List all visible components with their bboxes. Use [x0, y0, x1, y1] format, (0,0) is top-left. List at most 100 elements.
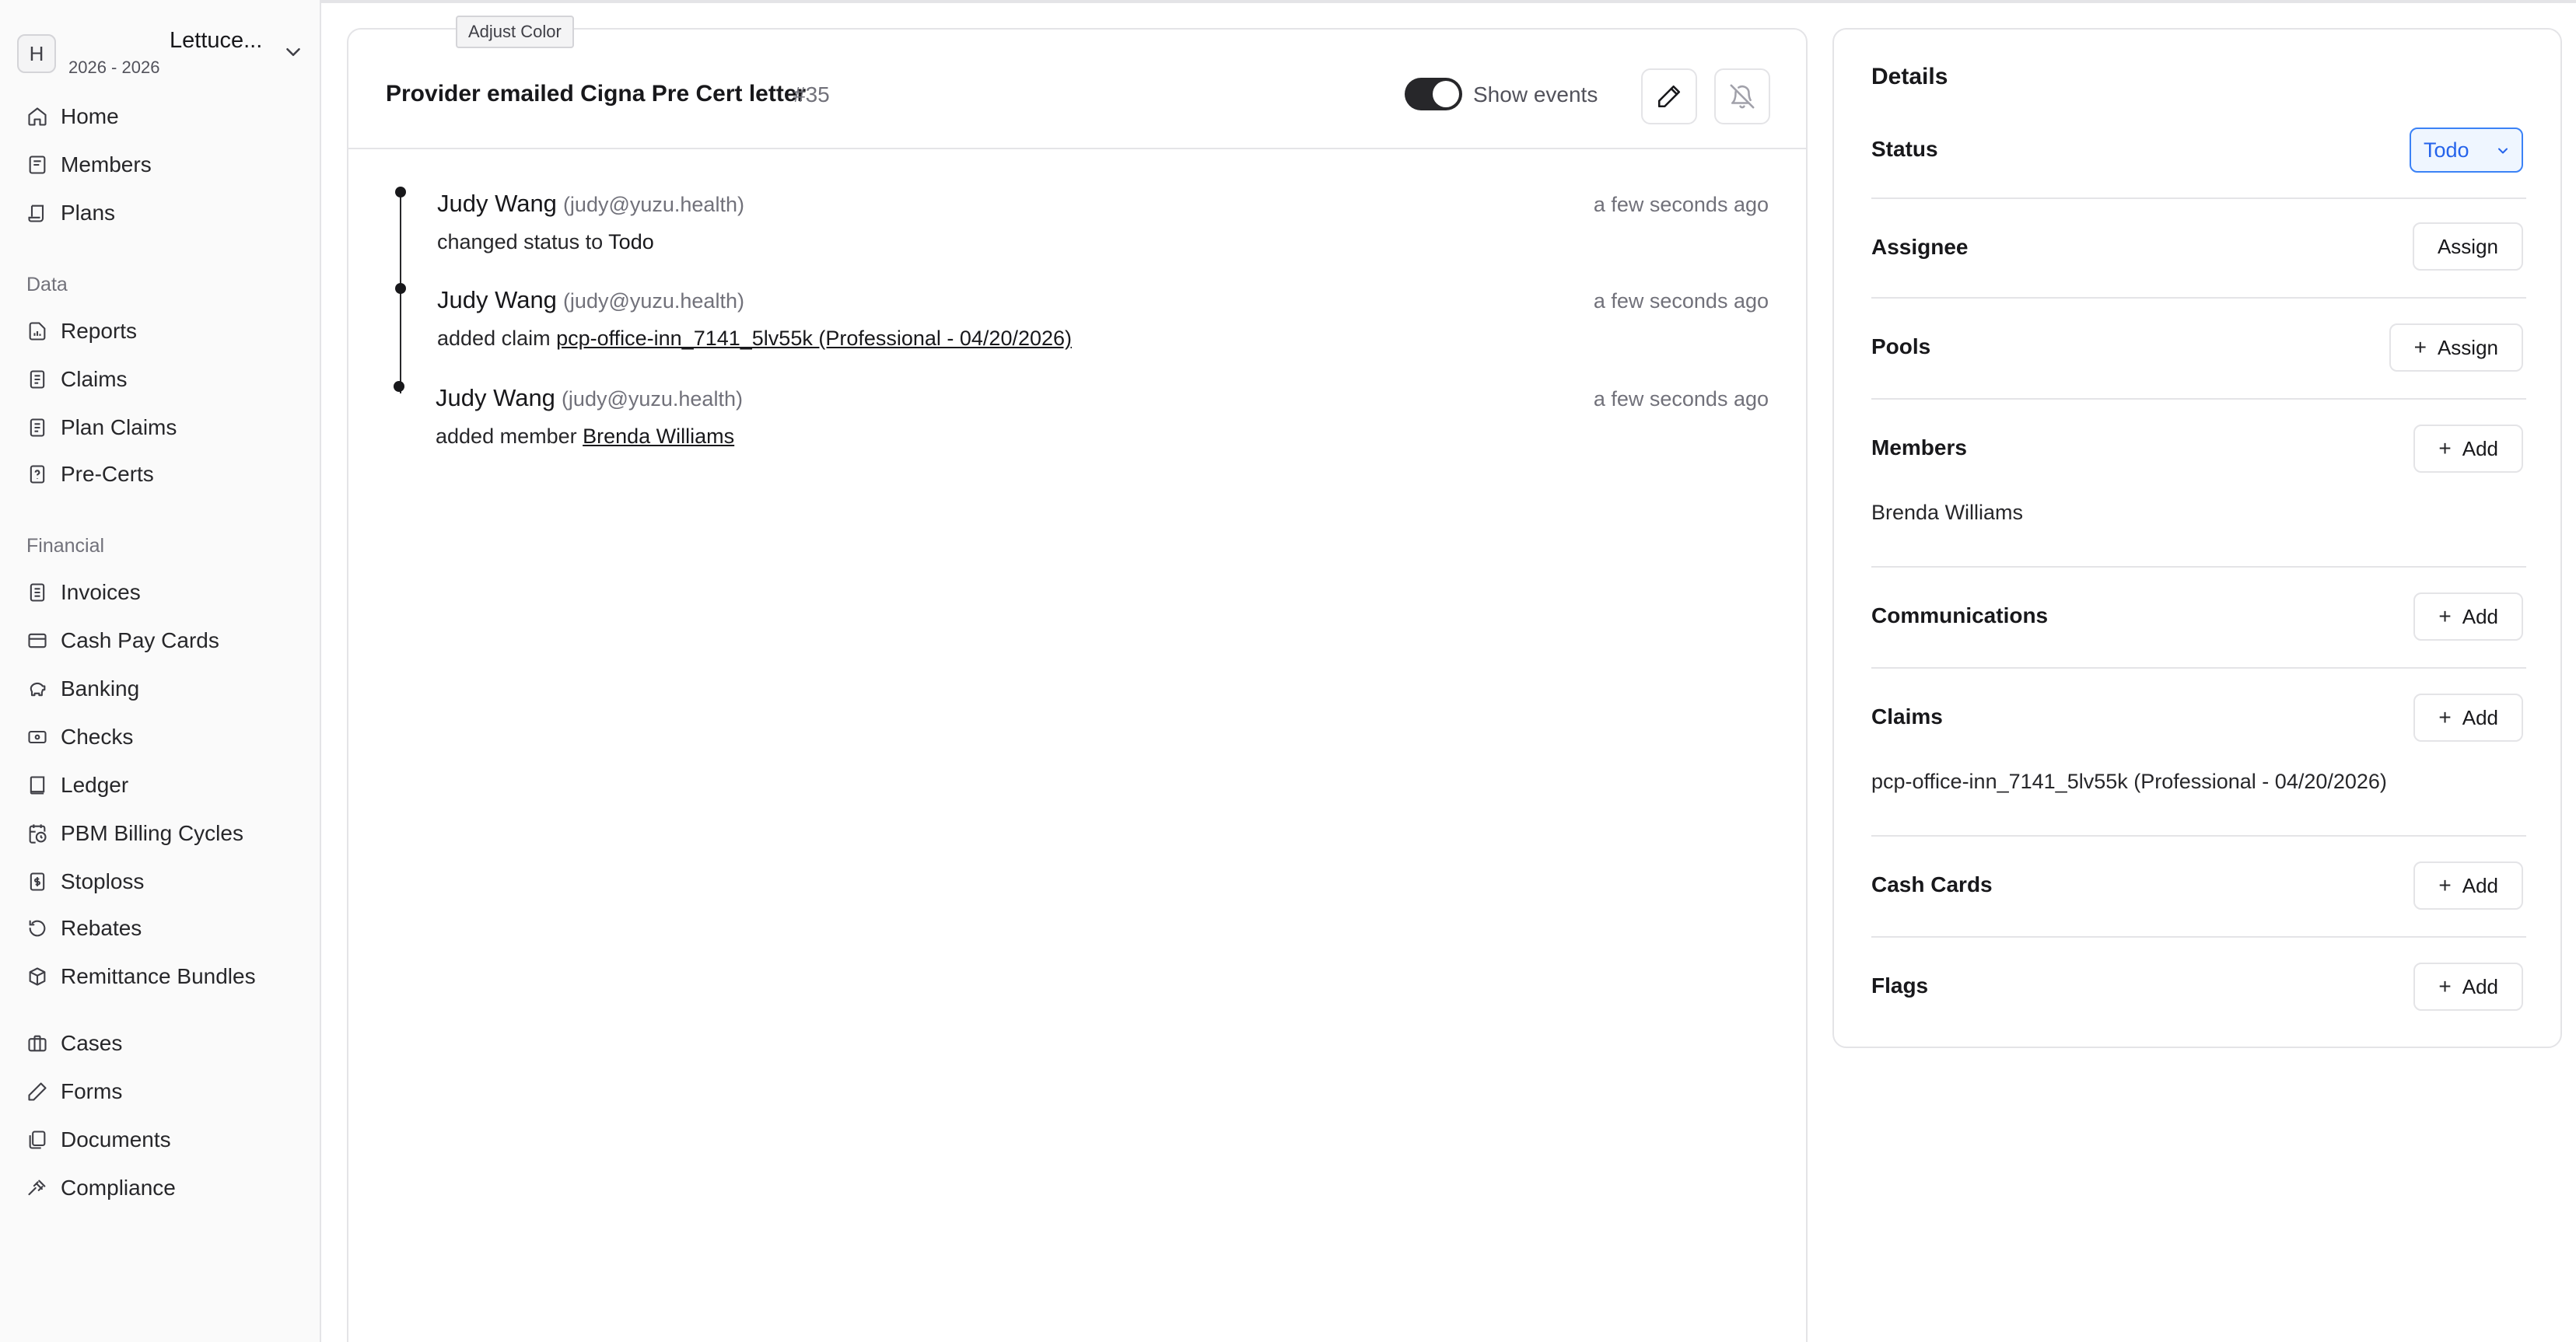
sidebar-item-stoploss[interactable]: Stoploss	[17, 861, 305, 902]
status-select[interactable]: Todo	[2410, 128, 2523, 173]
sidebar-item-label: Plans	[61, 201, 116, 225]
sidebar-item-claims[interactable]: Claims	[17, 359, 305, 400]
claim-value[interactable]: pcp-office-inn_7141_5lv55k (Professional…	[1871, 770, 2387, 794]
event-action: changed status to	[437, 230, 609, 253]
event-dot	[395, 283, 406, 294]
event-body: added member Brenda Williams	[436, 425, 734, 449]
sidebar-item-banking[interactable]: Banking	[17, 669, 305, 709]
file-chart-icon	[26, 320, 48, 342]
case-number: #35	[793, 82, 830, 107]
sidebar-item-rebates[interactable]: Rebates	[17, 908, 305, 949]
file-dollar-icon	[26, 871, 48, 893]
event-time: a few seconds ago	[1593, 387, 1769, 411]
member-value[interactable]: Brenda Williams	[1871, 501, 2023, 525]
event-dot	[394, 381, 404, 392]
add-cash-card-button[interactable]: + Add	[2413, 861, 2523, 910]
assign-pool-button[interactable]: + Assign	[2389, 323, 2523, 372]
event-author-name: Judy Wang	[437, 286, 557, 313]
sidebar-item-label: Invoices	[61, 580, 141, 604]
status-label: Status	[1871, 137, 1938, 161]
rotate-icon	[26, 917, 48, 939]
button-label: Add	[2462, 436, 2498, 460]
chevron-down-icon	[286, 48, 300, 56]
plus-icon: +	[2438, 873, 2452, 897]
sidebar-item-label: Rebates	[61, 916, 142, 940]
add-flag-button[interactable]: + Add	[2413, 963, 2523, 1011]
sidebar-item-ledger[interactable]: Ledger	[17, 765, 305, 806]
sidebar-item-label: Ledger	[61, 773, 129, 797]
flags-label: Flags	[1871, 973, 1929, 998]
claims-label: Claims	[1871, 704, 1943, 729]
notebook-icon	[26, 774, 48, 796]
briefcase-icon	[26, 1033, 48, 1054]
sidebar-item-pre-certs[interactable]: Pre-Certs	[17, 454, 305, 495]
sidebar-item-cash-pay-cards[interactable]: Cash Pay Cards	[17, 620, 305, 661]
sidebar-item-plan-claims[interactable]: Plan Claims	[17, 407, 305, 448]
org-name: Lettuce...	[170, 28, 263, 53]
button-label: Add	[2462, 705, 2498, 729]
sidebar-item-reports[interactable]: Reports	[17, 311, 305, 351]
button-label: Add	[2462, 604, 2498, 628]
sidebar-item-invoices[interactable]: Invoices	[17, 572, 305, 613]
event-author-name: Judy Wang	[437, 190, 557, 217]
sidebar-item-home[interactable]: Home	[17, 96, 305, 137]
sidebar-item-pbm-billing-cycles[interactable]: PBM Billing Cycles	[17, 813, 305, 854]
plus-icon: +	[2413, 335, 2427, 359]
show-events-label: Show events	[1473, 82, 1598, 107]
pencil-icon	[1657, 85, 1681, 108]
divider	[1871, 566, 2526, 568]
show-events-toggle[interactable]	[1405, 78, 1462, 110]
divider	[1871, 936, 2526, 938]
event-author: Judy Wang (judy@yuzu.health)	[437, 190, 744, 218]
sidebar-item-cases[interactable]: Cases	[17, 1023, 305, 1064]
divider	[1871, 667, 2526, 669]
event-author: Judy Wang (judy@yuzu.health)	[437, 286, 744, 314]
banknote-icon	[26, 726, 48, 748]
sidebar-item-forms[interactable]: Forms	[17, 1071, 305, 1112]
pen-icon	[26, 1081, 48, 1103]
add-claim-button[interactable]: + Add	[2413, 694, 2523, 742]
assign-assignee-button[interactable]: Assign	[2412, 222, 2523, 271]
event-body: changed status to Todo	[437, 230, 654, 254]
section-label-financial: Financial	[26, 535, 105, 557]
members-label: Members	[1871, 435, 1967, 460]
case-panel: Provider emailed Cigna Pre Cert letter #…	[347, 28, 1808, 1342]
bell-off-icon	[1730, 84, 1755, 109]
sidebar-item-label: Banking	[61, 676, 140, 701]
org-switcher[interactable]: H Lettuce... 2026 - 2026	[17, 25, 305, 82]
add-communication-button[interactable]: + Add	[2413, 592, 2523, 641]
plus-icon: +	[2438, 705, 2452, 729]
sidebar-item-compliance[interactable]: Compliance	[17, 1168, 305, 1208]
file-question-icon	[26, 463, 48, 485]
receipt-icon	[26, 582, 48, 603]
event-time: a few seconds ago	[1593, 289, 1769, 313]
sidebar-item-label: Checks	[61, 725, 134, 749]
sidebar-item-label: Remittance Bundles	[61, 964, 256, 988]
home-icon	[26, 106, 48, 128]
file-text-icon	[26, 417, 48, 439]
member-link[interactable]: Brenda Williams	[583, 425, 734, 448]
sidebar-item-label: Pre-Certs	[61, 462, 154, 486]
sidebar-item-label: Reports	[61, 319, 138, 343]
communications-label: Communications	[1871, 603, 2049, 627]
status-value: Todo	[2424, 138, 2469, 162]
add-member-button[interactable]: + Add	[2413, 425, 2523, 473]
sidebar-item-label: Home	[61, 104, 119, 128]
mute-notifications-button[interactable]	[1714, 68, 1770, 124]
sidebar-item-documents[interactable]: Documents	[17, 1120, 305, 1160]
divider	[1871, 398, 2526, 400]
toggle-knob	[1433, 81, 1459, 107]
event-action: added claim	[437, 327, 557, 350]
claim-link[interactable]: pcp-office-inn_7141_5lv55k (Professional…	[556, 327, 1072, 350]
sidebar-item-label: Members	[61, 152, 152, 176]
button-label: Add	[2462, 974, 2498, 998]
sidebar-item-checks[interactable]: Checks	[17, 717, 305, 757]
event-author-email: (judy@yuzu.health)	[562, 289, 744, 313]
pools-label: Pools	[1871, 334, 1931, 358]
sidebar-item-remittance-bundles[interactable]: Remittance Bundles	[17, 956, 305, 997]
sidebar-item-members[interactable]: Members	[17, 145, 305, 185]
sidebar-item-plans[interactable]: Plans	[17, 193, 305, 233]
sidebar-item-label: Cash Pay Cards	[61, 628, 219, 652]
edit-button[interactable]	[1641, 68, 1697, 124]
button-label: Add	[2462, 873, 2498, 897]
